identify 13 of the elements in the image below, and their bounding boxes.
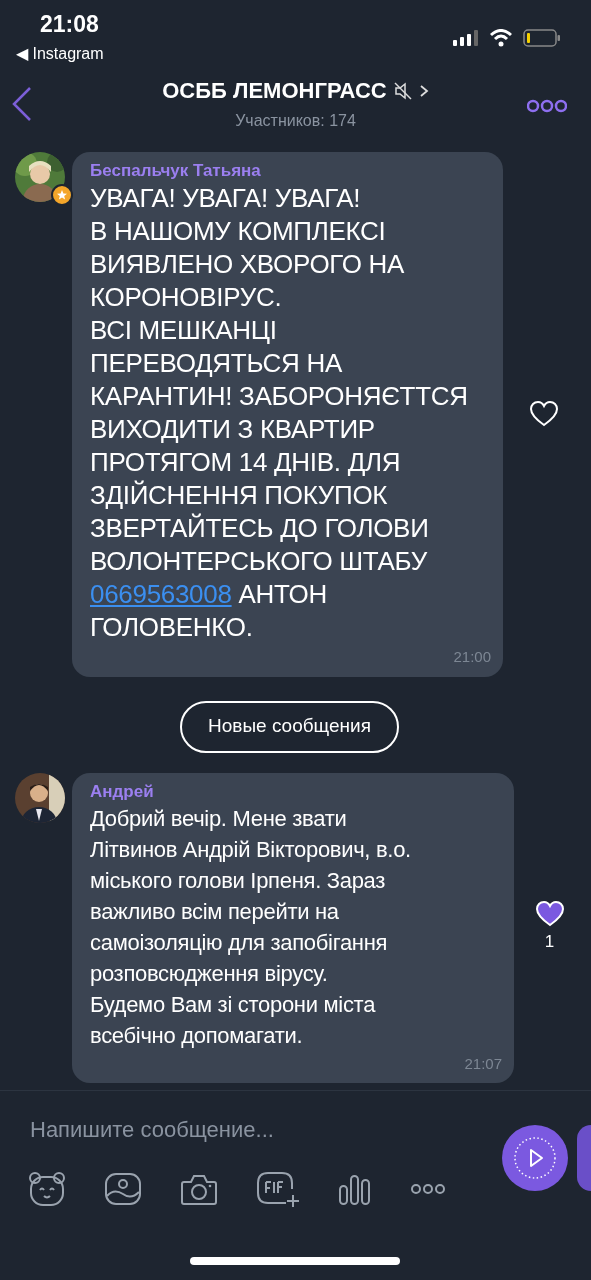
chat-title[interactable]: ОСББ ЛЕМОНГРАСС [162, 74, 387, 107]
message-input-field[interactable]: Напишите сообщение... [30, 1113, 470, 1147]
message-text: УВАГА! УВАГА! УВАГА! В НАШОМУ КОМПЛЕКСІ ВИЯВЛЕНО ХВОРОГО НА КОРОНОВІРУС. ВСІ МЕШКАНЦІ ПЕРЕВОДЯТЬСЯ НА КАРАНТИН! ЗАБОРОНЯЄТТСЯ ВИХОДИТИ З КВАРТИР ПРОТЯГОМ 14 ДНІВ. ДЛЯ ЗДІЙСНЕННЯ ПОКУПОК ЗВЕРТАЙТЕСЬ ДО ГОЛОВИ ВОЛОНТЕРСЬКОГО ШТАБУ 0669563008 АНТОН ГОЛОВЕНКО. [90, 182, 469, 644]
member-count: Участников: 174 [235, 111, 356, 131]
sender-name[interactable]: Андрей [90, 780, 502, 803]
phone-link[interactable]: 0669563008 [90, 579, 232, 609]
message-time: 21:00 [453, 647, 491, 667]
status-time: 21:08 [40, 10, 99, 38]
message-text: Добрий вечір. Мене звати Літвинов Андрій Вікторович, в.о. міського голови Ірпеня. Зараз важливо всім перейти на самоізоляцію для запобігання розповсюдження вірусу. Будемо Вам зі сторони міста всебічно допомагати. [90, 804, 412, 1050]
sender-name[interactable]: Беспальчук Татьяна [90, 160, 491, 182]
message-time: 21:07 [464, 1053, 502, 1074]
back-to-app-link[interactable]: ◀ Instagram [16, 42, 104, 66]
like-count: 1 [544, 931, 555, 953]
